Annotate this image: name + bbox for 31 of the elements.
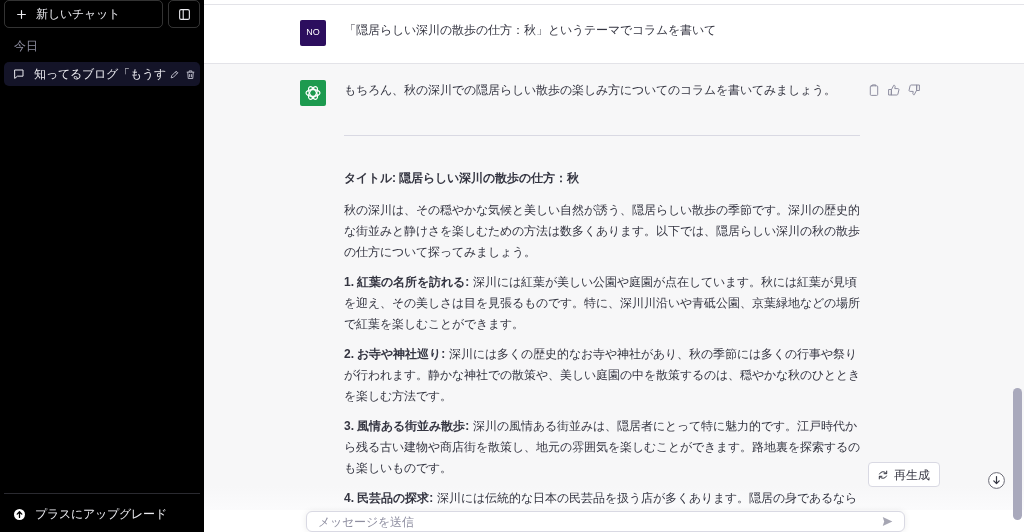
paragraph: 2. お寺や神社巡り: 深川には多くの歴史的なお寺や神社があり、秋の季節には多くの行事や祭りが行われます。静かな神社での散策や、美しい庭園の中を散策するのは、穏やかな秋のひとときを楽しむ方法です。 xyxy=(344,346,860,405)
new-chat-button[interactable]: 新しいチャット xyxy=(4,0,163,28)
chat-bubble-icon xyxy=(14,69,24,79)
thumbs-down-icon[interactable] xyxy=(908,84,920,96)
conversation-item[interactable]: 知ってるブログ「もうす xyxy=(4,62,200,86)
message-text: もちろん、秋の深川での隠居らしい散歩の楽しみ方についてのコラムを書いてみましょう。 xyxy=(344,82,837,99)
clipboard-icon[interactable] xyxy=(868,84,880,96)
send-icon[interactable] xyxy=(882,516,893,527)
scrollbar-thumb[interactable] xyxy=(1013,388,1022,520)
arrow-down-circle-icon[interactable] xyxy=(988,472,1005,489)
plus-icon xyxy=(17,9,26,19)
arrow-up-circle-icon xyxy=(14,508,25,520)
section-label: 今日 xyxy=(13,38,38,53)
trash-icon[interactable] xyxy=(186,69,195,79)
message-text: 「隠居らしい深川の散歩の仕方：秋」というテーマでコラムを書いて xyxy=(344,22,717,39)
assistant-avatar-icon xyxy=(300,80,326,106)
thumbs-up-icon[interactable] xyxy=(888,84,900,96)
message-title: タイトル: 隠居らしい深川の散歩の仕方：秋 xyxy=(344,170,581,187)
user-avatar: NO xyxy=(300,20,326,46)
regenerate-button[interactable]: 再生成 xyxy=(868,462,940,487)
panel-icon xyxy=(178,8,190,20)
refresh-icon xyxy=(878,469,888,480)
upgrade-button[interactable]: プラスにアップグレード xyxy=(14,503,167,525)
paragraph: 秋の深川は、その穏やかな気候と美しい自然が誘う、隠居らしい散歩の季節です。深川の歴史的な街並みと静けさを楽しむための方法は数多くあります。以下では、隠居らしい深川の秋の散歩の仕方について探ってみましょう。 xyxy=(344,202,860,261)
pencil-icon[interactable] xyxy=(170,69,179,79)
conversation-title: 知ってるブログ「もうす xyxy=(34,67,166,81)
paragraph: 4. 民芸品の探求: 深川には伝統的な日本の民芸品を扱う店が多くあります。隠居の身であるなら xyxy=(344,490,858,507)
message-field[interactable]: メッセージを送信 xyxy=(306,511,905,532)
paragraph: 3. 風情ある街並み散歩: 深川の風情ある街並みは、隠居者にとって特に魅力的です。江戸時代から残る古い建物や商店街を散策し、地元の雰囲気を楽しむことができます。路地裏を探索するのも楽しいものです。 xyxy=(344,418,860,477)
sidebar-toggle-button[interactable] xyxy=(168,0,200,28)
paragraph: 1. 紅葉の名所を訪れる: 深川には紅葉が美しい公園や庭園が点在しています。秋には紅葉が見頃を迎え、その美しさは目を見張るものです。特に、深川川沿いや青砥公園、京葉緑地などの場所で紅葉を楽しむことができます。 xyxy=(344,274,860,333)
